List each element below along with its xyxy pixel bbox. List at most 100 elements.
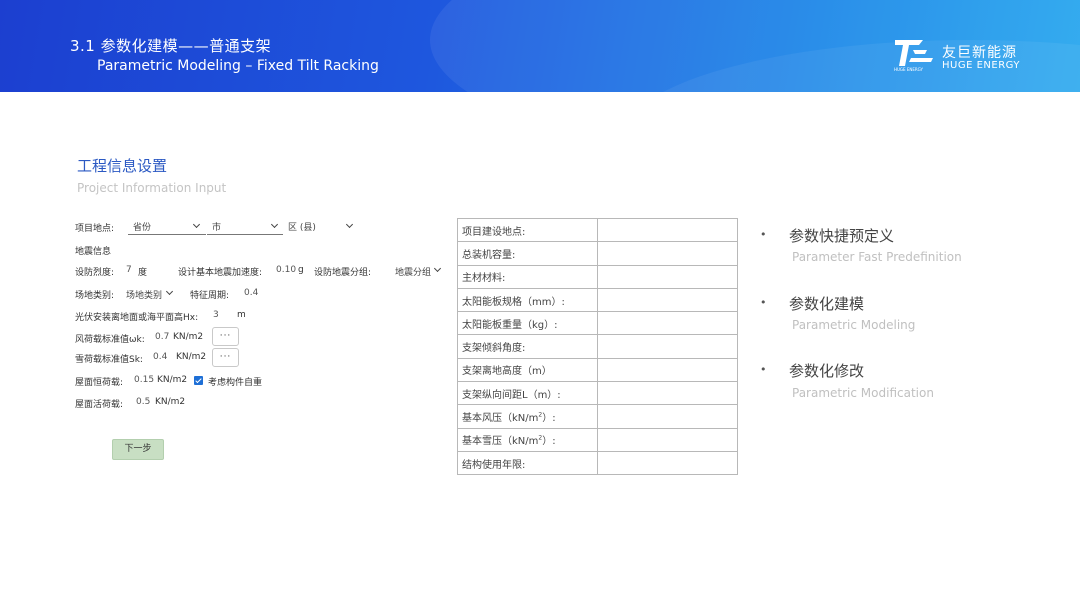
height-label: 光伏安装离地面或海平面高Hx: (75, 313, 199, 323)
table-row: 太阳能板重量（kg）: (457, 311, 739, 336)
wind-more-button[interactable]: ··· (212, 327, 239, 346)
table-row: 太阳能板规格（mm）: (457, 287, 739, 313)
table-row: 结构使用年限: (457, 450, 739, 476)
page-subtitle: Parametric Modeling – Fixed Tilt Racking (97, 58, 379, 74)
table-cell-value (596, 311, 739, 336)
table-row: 总装机容量: (457, 241, 739, 266)
snow-load-label: 雪荷载标准值Sk: (75, 355, 143, 365)
feature-subtitle: Parametric Modification (792, 386, 934, 400)
acceleration-value[interactable]: 0.10 (276, 265, 296, 275)
table-cell-label: 项目建设地点: (457, 217, 598, 243)
city-select[interactable]: 市 (212, 220, 221, 233)
table-cell-label: 基本雪压（kN/m2）: (457, 427, 598, 452)
feature-subtitle: Parameter Fast Predefinition (792, 250, 962, 264)
location-label: 项目地点: (75, 224, 115, 234)
table-cell-value (596, 287, 739, 313)
table-cell-value (596, 334, 739, 359)
table-cell-value (596, 264, 739, 289)
dead-load-unit: KN/m2 (157, 375, 188, 385)
table-cell-label: 主材材料: (457, 264, 598, 289)
page-title: 3.1 参数化建模——普通支架 (70, 37, 272, 55)
site-class-select[interactable]: 场地类别 (126, 288, 162, 301)
table-cell-label: 支架纵向间距L（m）: (457, 381, 598, 406)
site-class-label: 场地类别: (75, 291, 115, 301)
table-cell-value (596, 241, 739, 266)
chevron-down-icon[interactable] (165, 287, 174, 296)
self-weight-label: 考虑构件自重 (208, 378, 263, 388)
period-value[interactable]: 0.4 (244, 288, 258, 298)
chevron-down-icon[interactable] (433, 264, 442, 273)
table-cell-label: 支架倾斜角度: (457, 334, 598, 359)
dead-load-label: 屋面恒荷载: (75, 378, 124, 388)
self-weight-checkbox[interactable] (194, 376, 203, 385)
acceleration-unit: g (298, 265, 304, 275)
seismic-group-label: 设防地震分组: (314, 268, 372, 278)
bullet-icon: • (760, 228, 767, 241)
live-load-label: 屋面活荷载: (75, 400, 124, 410)
intensity-unit: 度 (138, 268, 148, 278)
table-cell-label: 结构使用年限: (457, 450, 598, 476)
bullet-icon: • (760, 296, 767, 309)
feature-title: 参数化修改 (789, 362, 865, 380)
city-underline (207, 234, 283, 235)
logo-caption: HUGE ENERGY (894, 67, 924, 72)
snow-more-button[interactable]: ··· (212, 348, 239, 367)
table-cell-label: 支架离地高度（m） (457, 357, 598, 383)
brand-logo-icon: HUGE ENERGY (894, 40, 933, 72)
live-load-unit: KN/m2 (155, 397, 186, 407)
seismic-heading: 地震信息 (75, 247, 112, 257)
live-load-value[interactable]: 0.5 (136, 397, 150, 407)
dead-load-value[interactable]: 0.15 (134, 375, 154, 385)
table-row: 主材材料: (457, 264, 739, 289)
table-cell-value (596, 217, 739, 243)
brand-name-cn: 友巨新能源 (942, 45, 1017, 61)
section-title: 工程信息设置 (77, 157, 168, 175)
brand-name-en: HUGE ENERGY (942, 60, 1021, 71)
snow-load-unit: KN/m2 (176, 352, 207, 362)
table-cell-value (596, 450, 739, 476)
table-cell-value (596, 357, 739, 383)
table-cell-label: 基本风压（kN/m2）: (457, 404, 598, 429)
acceleration-label: 设计基本地震加速度: (178, 268, 263, 278)
province-select[interactable]: 省份 (133, 220, 151, 233)
table-cell-value (596, 404, 739, 429)
table-row: 基本风压（kN/m2）: (457, 404, 739, 429)
intensity-value[interactable]: 7 (126, 265, 132, 275)
table-row: 支架纵向间距L（m）: (457, 381, 739, 406)
table-cell-value (596, 381, 739, 406)
feature-title: 参数快捷预定义 (789, 227, 895, 245)
table-cell-label: 太阳能板重量（kg）: (457, 311, 598, 336)
wind-load-unit: KN/m2 (173, 332, 204, 342)
wind-load-label: 风荷载标准值ωk: (75, 335, 145, 345)
table-row: 基本雪压（kN/m2）: (457, 427, 739, 452)
snow-pressure-text: 基本雪压（kN/m (462, 436, 539, 448)
label-tail: ）: (542, 436, 556, 448)
chevron-down-icon[interactable] (345, 220, 354, 229)
table-cell-label: 太阳能板规格（mm）: (457, 287, 598, 313)
height-value[interactable]: 3 (213, 310, 219, 320)
province-underline (128, 234, 206, 235)
label-tail: ）: (542, 413, 556, 425)
table-row: 支架离地高度（m） (457, 357, 739, 383)
section-subtitle: Project Information Input (77, 181, 227, 195)
wind-load-value[interactable]: 0.7 (155, 332, 169, 342)
feature-subtitle: Parametric Modeling (792, 318, 916, 332)
project-info-table: 项目建设地点: 总装机容量: 主材材料: 太阳能板规格（mm）: 太阳能板重量（… (457, 217, 739, 476)
period-label: 特征周期: (190, 291, 230, 301)
header-banner: 3.1 参数化建模——普通支架 Parametric Modeling – Fi… (0, 0, 1080, 92)
table-cell-value (596, 427, 739, 452)
bullet-icon: • (760, 363, 767, 376)
height-unit: m (237, 310, 246, 320)
district-select[interactable]: 区 (县) (288, 220, 316, 233)
seismic-group-select[interactable]: 地震分组 (395, 265, 431, 278)
wind-pressure-text: 基本风压（kN/m (462, 413, 539, 425)
snow-load-value[interactable]: 0.4 (153, 352, 167, 362)
chevron-down-icon[interactable] (270, 220, 279, 229)
table-cell-label: 总装机容量: (457, 241, 598, 266)
table-row: 支架倾斜角度: (457, 334, 739, 359)
feature-title: 参数化建模 (789, 295, 865, 313)
intensity-label: 设防烈度: (75, 268, 115, 278)
chevron-down-icon[interactable] (192, 220, 201, 229)
table-row: 项目建设地点: (457, 217, 739, 243)
next-step-button[interactable]: 下一步 (112, 439, 164, 460)
